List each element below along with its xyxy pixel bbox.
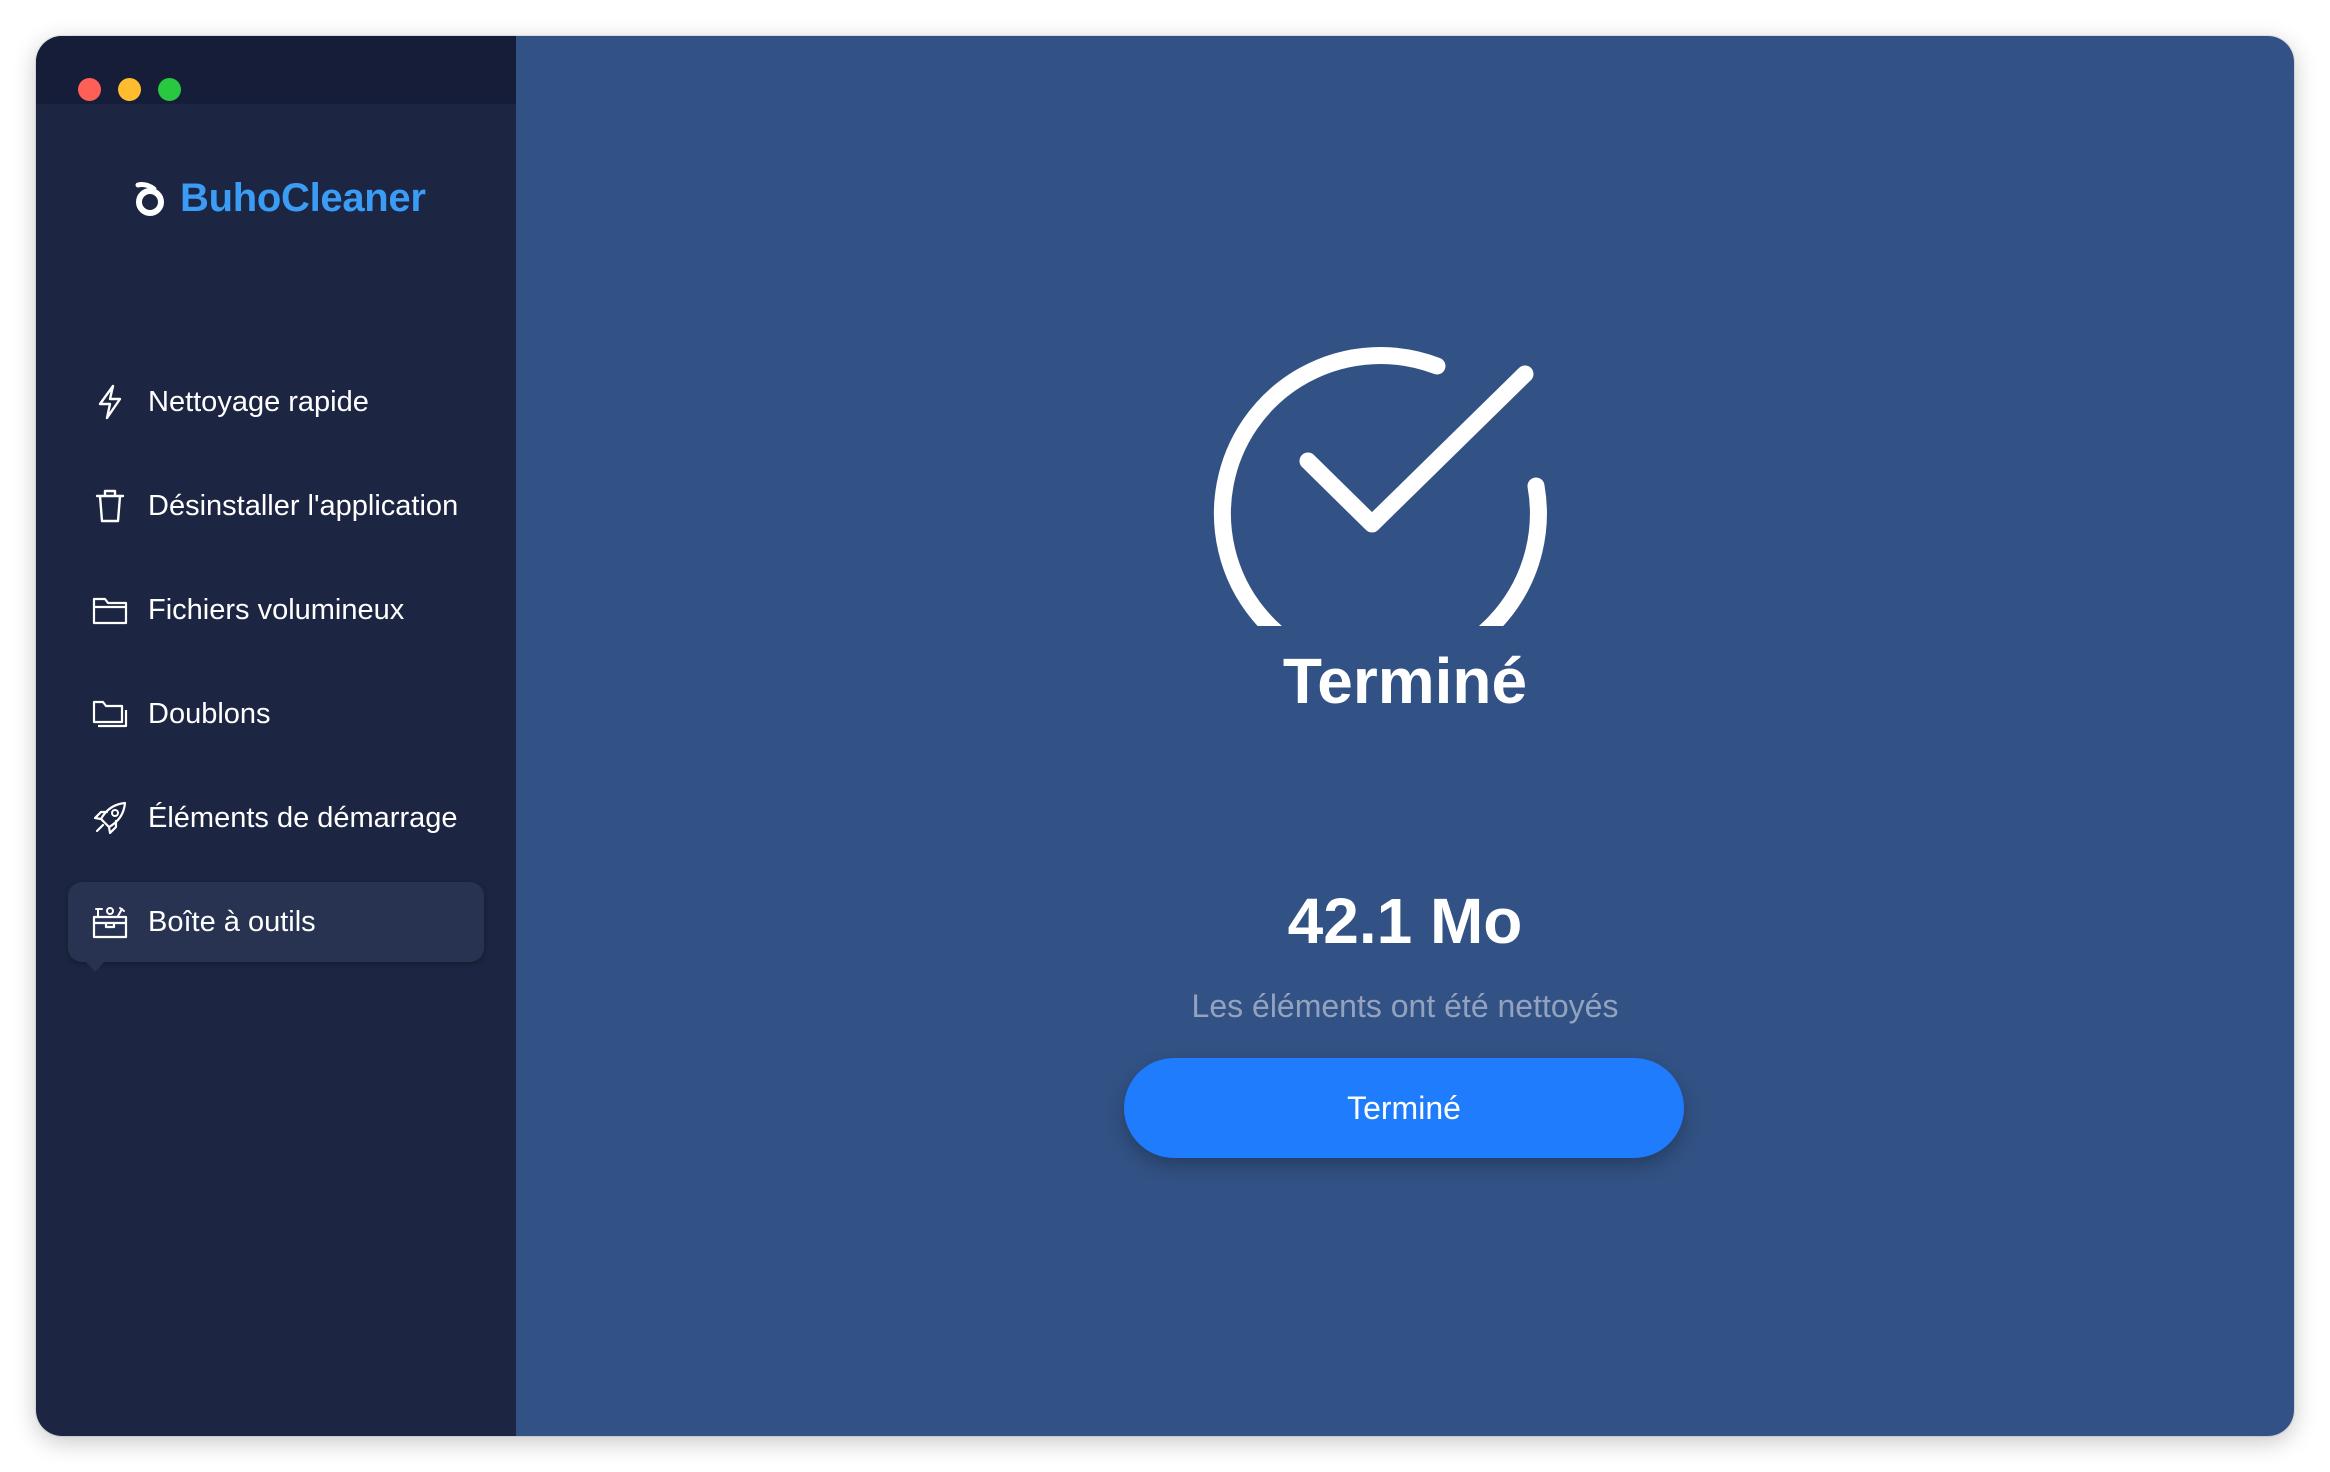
brand-name: BuhoCleaner — [180, 176, 426, 220]
success-check-icon — [1213, 347, 1547, 626]
sidebar: BuhoCleaner Nettoyage rapide Désinstalle… — [36, 36, 516, 1436]
sidebar-item-toolbox[interactable]: Boîte à outils — [68, 882, 484, 972]
sidebar-item-quick-clean[interactable]: Nettoyage rapide — [68, 362, 484, 442]
main-panel: Terminé 42.1 Mo Les éléments ont été net… — [516, 36, 2294, 1436]
done-button[interactable]: Terminé — [1124, 1058, 1684, 1158]
cleaned-caption: Les éléments ont été nettoyés — [1191, 988, 1619, 1024]
rocket-icon — [92, 800, 128, 836]
toolbox-icon — [92, 904, 128, 940]
sidebar-item-label: Doublons — [148, 697, 271, 730]
duplicate-folder-icon — [92, 696, 128, 732]
folder-icon — [92, 592, 128, 628]
sidebar-item-large-files[interactable]: Fichiers volumineux — [68, 570, 484, 650]
lightning-icon — [92, 384, 128, 420]
status-title: Terminé — [1282, 645, 1528, 717]
trash-icon — [92, 488, 128, 524]
app-window: BuhoCleaner Nettoyage rapide Désinstalle… — [36, 36, 2294, 1436]
window-minimize-button[interactable] — [118, 78, 141, 101]
sidebar-item-label: Nettoyage rapide — [148, 385, 369, 418]
cleaned-size-value: 42.1 Mo — [1287, 885, 1523, 957]
sidebar-nav: Nettoyage rapide Désinstaller l'applicat… — [68, 362, 484, 986]
sidebar-item-duplicates[interactable]: Doublons — [68, 674, 484, 754]
sidebar-item-label: Fichiers volumineux — [148, 593, 405, 626]
sidebar-item-uninstall-app[interactable]: Désinstaller l'application — [68, 466, 484, 546]
sidebar-item-label: Boîte à outils — [148, 905, 316, 938]
sidebar-item-startup-items[interactable]: Éléments de démarrage — [68, 778, 484, 858]
window-close-button[interactable] — [78, 78, 101, 101]
buho-logo-icon — [135, 181, 164, 216]
window-zoom-button[interactable] — [158, 78, 181, 101]
brand-logo: BuhoCleaner — [132, 176, 426, 221]
title-bar — [36, 36, 516, 104]
sidebar-item-label: Éléments de démarrage — [148, 801, 458, 834]
sidebar-item-label: Désinstaller l'application — [148, 489, 459, 522]
